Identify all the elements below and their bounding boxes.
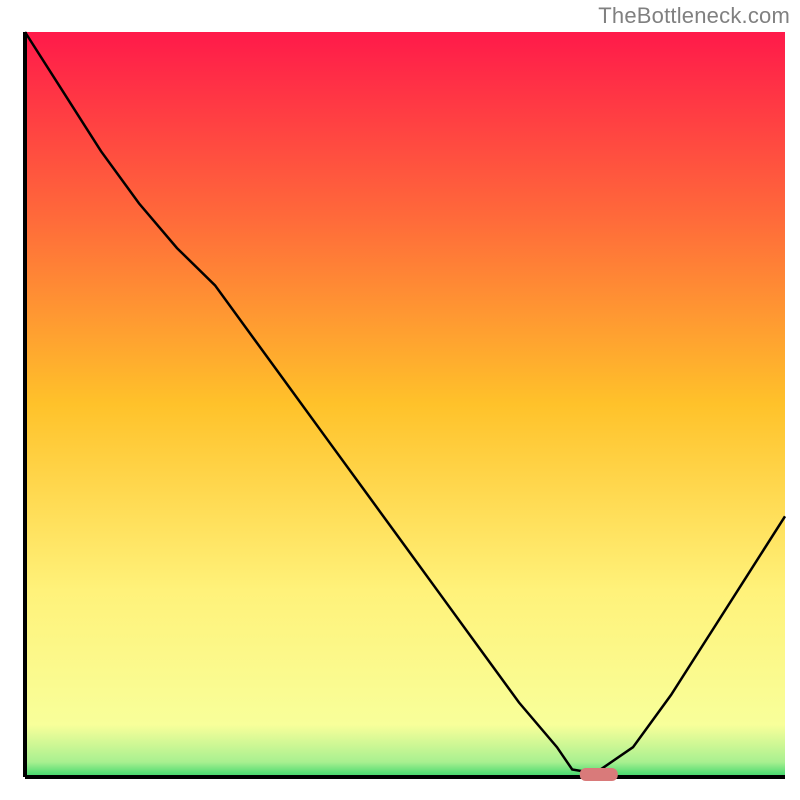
bottleneck-chart <box>0 0 800 800</box>
gradient-background <box>25 32 785 777</box>
chart-container: { "watermark": "TheBottleneck.com", "col… <box>0 0 800 800</box>
optimum-marker <box>580 768 618 781</box>
watermark-text: TheBottleneck.com <box>598 3 790 29</box>
